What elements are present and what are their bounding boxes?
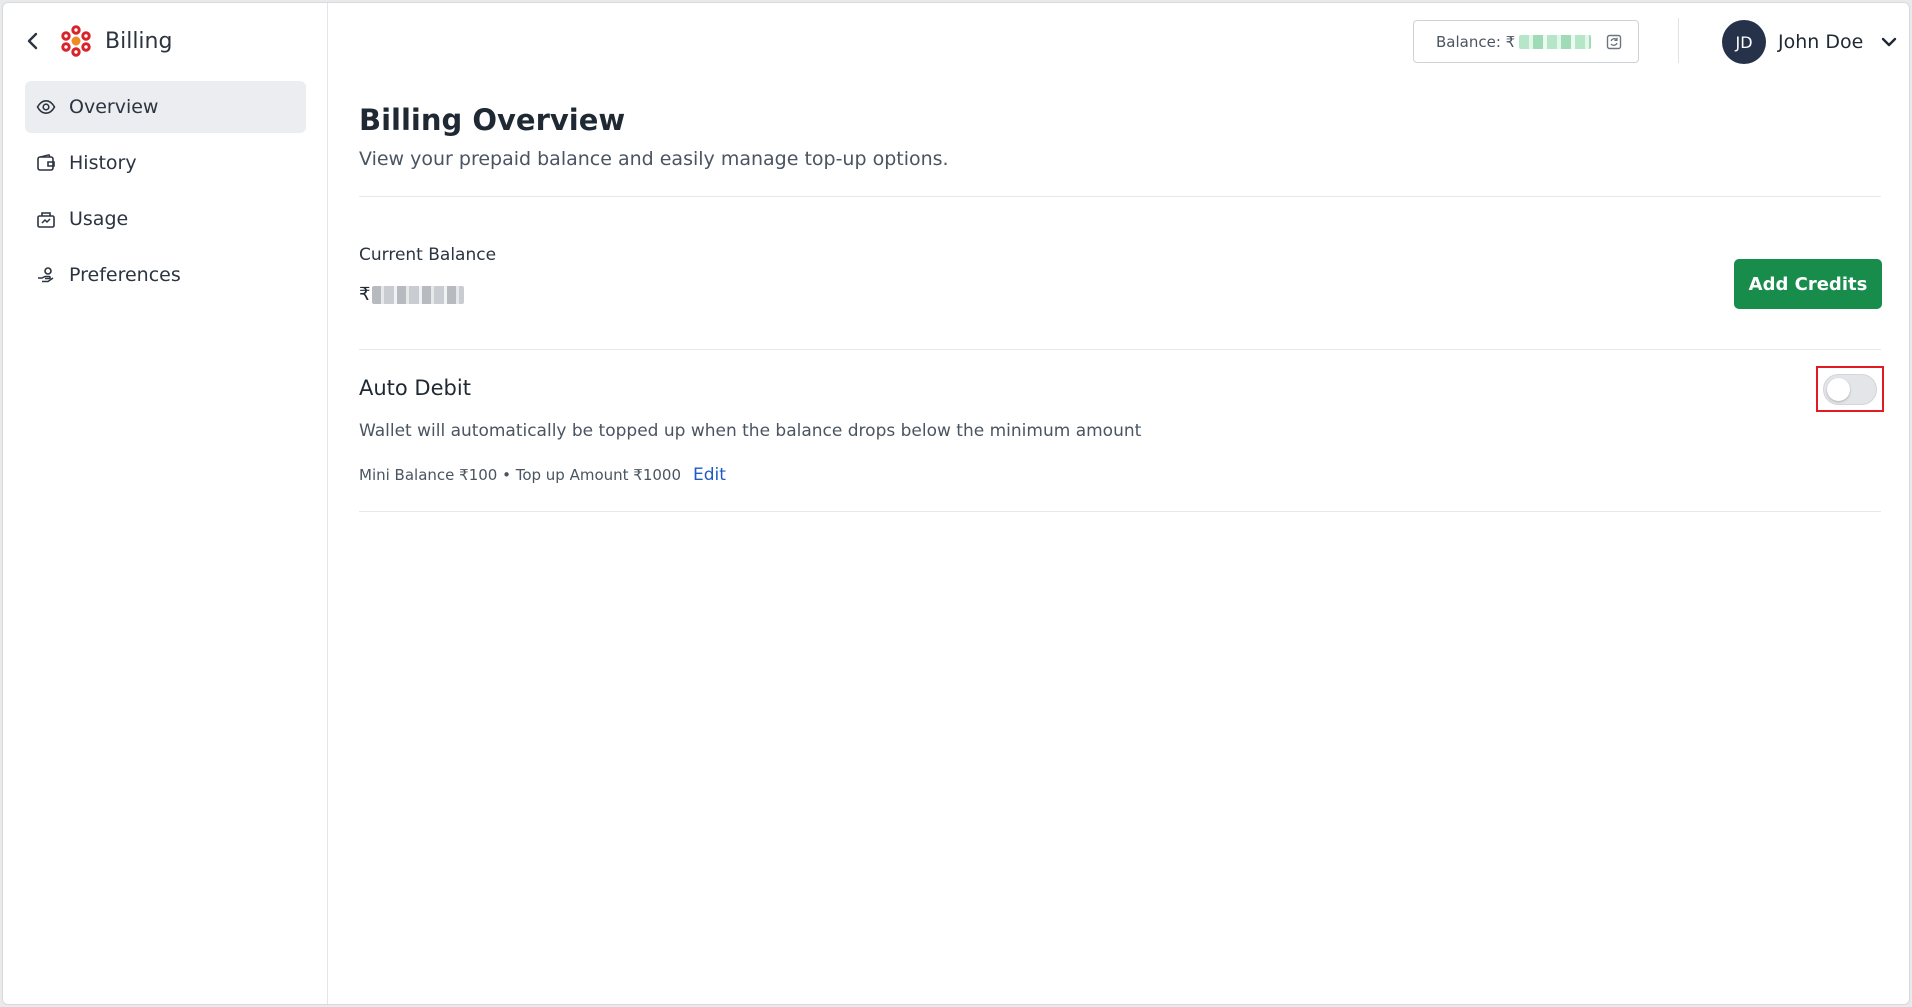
toggle-knob (1827, 377, 1850, 401)
app-window: Billing Overview History Usage Preferenc… (2, 2, 1910, 1005)
balance-redacted-value (372, 285, 465, 304)
sidebar-item-label: History (69, 152, 137, 174)
auto-debit-title: Auto Debit (359, 376, 471, 400)
currency-symbol: ₹ (359, 284, 371, 305)
page-title: Billing Overview (359, 103, 626, 137)
auto-debit-meta: Mini Balance ₹100 • Top up Amount ₹1000 (359, 466, 682, 484)
auto-debit-toggle-highlight (1816, 366, 1884, 412)
edit-link[interactable]: Edit (693, 465, 726, 485)
page-subtitle: View your prepaid balance and easily man… (359, 148, 949, 170)
auto-debit-settings: Mini Balance ₹100 • Top up Amount ₹1000 … (359, 465, 726, 485)
sidebar-nav: Overview History Usage Preferences (25, 81, 306, 305)
sidebar-header: Billing (21, 25, 172, 57)
back-button[interactable] (21, 25, 45, 57)
main-content: Billing Overview View your prepaid balan… (359, 3, 1884, 1004)
sidebar-item-history[interactable]: History (25, 137, 306, 189)
wallet-icon (35, 152, 57, 174)
sidebar: Billing Overview History Usage Preferenc… (3, 3, 328, 1004)
usage-icon (35, 208, 57, 230)
divider (359, 349, 1881, 350)
sidebar-item-preferences[interactable]: Preferences (25, 249, 306, 301)
sidebar-item-overview[interactable]: Overview (25, 81, 306, 133)
auto-debit-toggle[interactable] (1823, 373, 1877, 405)
app-title: Billing (105, 28, 173, 54)
current-balance-label: Current Balance (359, 245, 497, 265)
auto-debit-description: Wallet will automatically be topped up w… (359, 421, 1142, 441)
divider (359, 196, 1881, 197)
chevron-left-icon (27, 32, 38, 50)
app-logo (61, 25, 91, 57)
sidebar-item-label: Usage (69, 208, 129, 230)
add-credits-button[interactable]: Add Credits (1734, 259, 1882, 309)
eye-icon (35, 96, 57, 118)
sidebar-item-label: Overview (69, 96, 159, 118)
preferences-icon (35, 264, 57, 286)
divider (359, 511, 1881, 512)
current-balance-value: ₹ (359, 284, 465, 305)
sidebar-item-label: Preferences (69, 264, 181, 286)
chevron-down-icon (1882, 37, 1897, 47)
sidebar-item-usage[interactable]: Usage (25, 193, 306, 245)
